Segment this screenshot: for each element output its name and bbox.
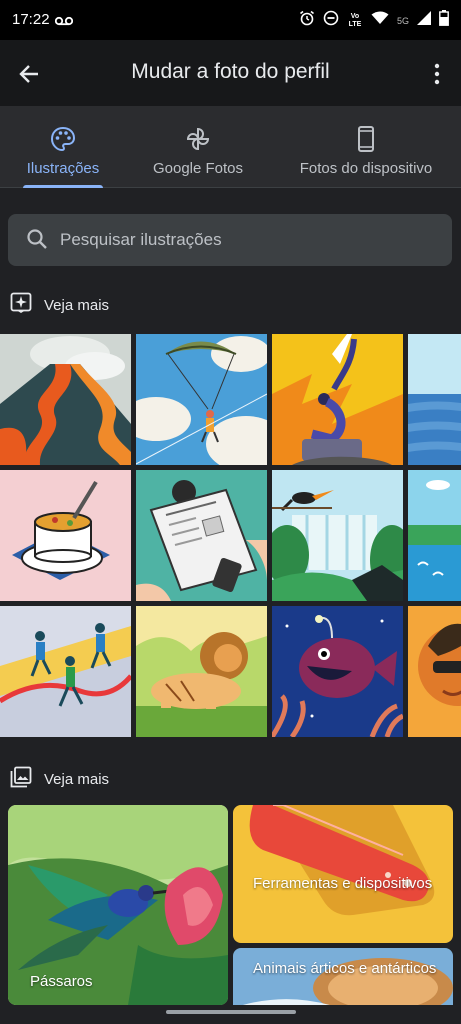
- parachute-illustration[interactable]: [136, 334, 267, 465]
- status-time: 17:22: [12, 11, 50, 28]
- section-header: Veja mais: [10, 766, 109, 793]
- voicemail-icon: [54, 13, 74, 31]
- category-card-passaros[interactable]: Pássaros: [8, 805, 228, 1005]
- tab-label: Fotos do dispositivo: [299, 160, 433, 177]
- volte-icon: Vo LTE: [348, 12, 362, 28]
- more-vert-icon[interactable]: [425, 60, 449, 88]
- signal-icon: [417, 11, 431, 30]
- section-title: Veja mais: [44, 771, 110, 788]
- search-icon: [26, 228, 48, 255]
- category-label: Ferramentas e dispositivos: [253, 875, 433, 892]
- category-label: Animais árticos e antárticos: [253, 960, 437, 977]
- ocean-illustration[interactable]: [408, 334, 461, 465]
- battery-icon: [439, 10, 449, 31]
- sunglasses-person-illustration[interactable]: [408, 606, 461, 737]
- tab-label: Google Fotos: [152, 160, 244, 177]
- coast-illustration[interactable]: [408, 470, 461, 601]
- alarm-icon: [299, 10, 315, 31]
- section-title: Veja mais: [44, 297, 110, 314]
- runners-illustration[interactable]: [0, 606, 131, 737]
- search-placeholder: Pesquisar ilustrações: [60, 230, 222, 249]
- page-title: Mudar a foto do perfil: [131, 60, 330, 83]
- section-header: Veja mais: [10, 292, 109, 319]
- gesture-nav-bar[interactable]: [166, 1010, 296, 1014]
- category-cards: Pássaros Ferramentas e dispositivos Anim…: [0, 805, 461, 1005]
- app-bar: Mudar a foto do perfil: [0, 40, 461, 106]
- tab-fotos-do-dispositivo[interactable]: Fotos do dispositivo: [286, 106, 446, 188]
- tab-label: Ilustrações: [26, 160, 100, 177]
- status-bar: 17:22 Vo LTE 5G: [0, 0, 461, 40]
- photo-library-icon: [10, 766, 32, 793]
- palette-icon: [50, 126, 76, 154]
- lion-illustration[interactable]: [136, 606, 267, 737]
- gymnast-illustration[interactable]: [272, 334, 403, 465]
- volcano-illustration[interactable]: [0, 334, 131, 465]
- category-card-ferramentas[interactable]: Ferramentas e dispositivos: [233, 805, 453, 943]
- illustration-grid: [0, 334, 461, 738]
- sparkle-icon: [10, 292, 32, 319]
- active-tab-indicator: [23, 185, 103, 188]
- do-not-disturb-icon: [323, 10, 339, 31]
- category-label: Pássaros: [30, 973, 93, 990]
- soup-illustration[interactable]: [0, 470, 131, 601]
- wifi-icon: [371, 11, 389, 30]
- anglerfish-illustration[interactable]: [272, 606, 403, 737]
- tab-bar: Ilustrações Google Fotos Fotos do dispos…: [0, 106, 461, 188]
- tab-google-fotos[interactable]: Google Fotos: [140, 106, 256, 188]
- search-input[interactable]: Pesquisar ilustrações: [8, 214, 452, 266]
- network-type-label: 5G: [396, 15, 409, 26]
- category-card-animais-articos[interactable]: Animais árticos e antárticos: [233, 948, 453, 1005]
- pinwheel-icon: [185, 126, 211, 154]
- tab-ilustracoes[interactable]: Ilustrações: [18, 106, 108, 188]
- toucan-waterfall-illustration[interactable]: [272, 470, 403, 601]
- newspaper-illustration[interactable]: [136, 470, 267, 601]
- phone-icon: [357, 126, 375, 154]
